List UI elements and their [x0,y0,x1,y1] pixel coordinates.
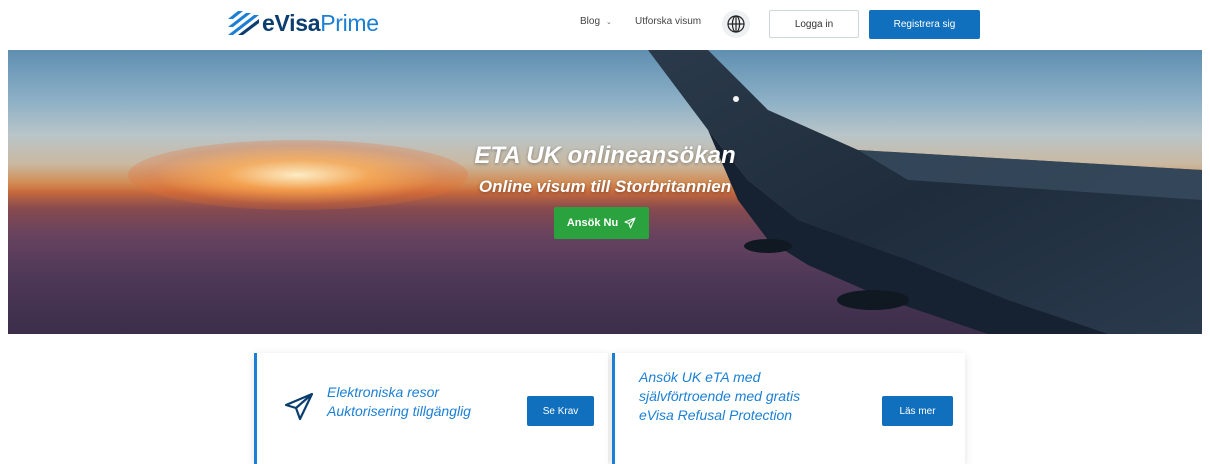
card-text: Elektroniska resor Auktorisering tillgän… [327,384,471,419]
register-button[interactable]: Registrera sig [869,10,980,39]
language-selector[interactable] [722,10,750,38]
paper-plane-icon [624,217,636,229]
paper-plane-icon [284,392,314,421]
globe-icon [727,15,745,33]
hero-subtitle: Online visum till Storbritannien [478,177,732,196]
brand-name-part1: eVisa [262,9,321,36]
stripes-logo-icon [228,11,259,35]
read-more-button[interactable]: Läs mer [882,396,953,426]
see-requirements-button[interactable]: Se Krav [527,396,594,426]
hero-title: ETA UK onlineansökan [474,142,736,169]
brand-logo[interactable]: eVisaPrime [226,8,379,38]
apply-now-label: Ansök Nu [566,217,619,229]
hero-banner: ETA UK onlineansökan Online visum till S… [8,50,1202,334]
card-text: Ansök UK eTA med självförtroende med gra… [639,369,801,423]
nav-explore-visa[interactable]: Utforska visum [635,16,701,27]
info-card-eta: Elektroniska resor Auktorisering tillgän… [254,353,608,464]
brand-name-part2: Prime [320,9,379,36]
apply-now-button[interactable]: Ansök Nu [554,207,649,239]
info-card-refusal-protection: Ansök UK eTA med självförtroende med gra… [612,353,965,464]
nav-blog-label: Blog [580,16,601,27]
hero-content: ETA UK onlineansökan Online visum till S… [8,50,1202,334]
login-button[interactable]: Logga in [769,10,859,38]
chevron-down-icon: ⌄ [606,18,612,26]
site-header: eVisaPrime Blog ⌄ Utforska visum Logga i… [0,0,1210,50]
nav-blog-dropdown[interactable]: Blog ⌄ [580,16,612,27]
brand-name: eVisaPrime [262,10,379,37]
